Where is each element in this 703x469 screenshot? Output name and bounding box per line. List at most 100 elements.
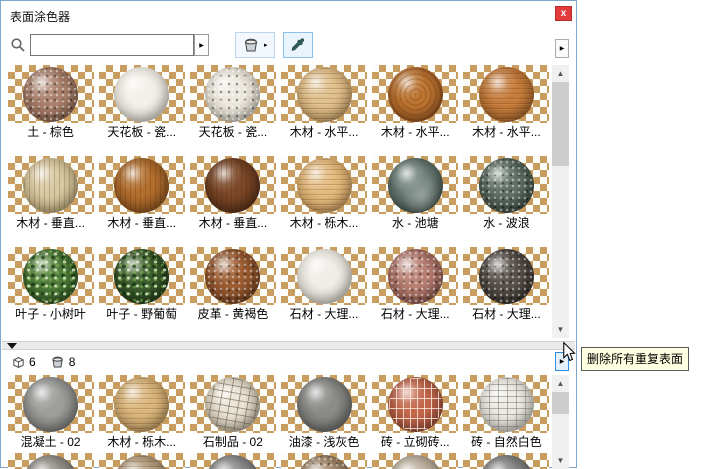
material-tile[interactable] [96,453,187,469]
material-tile[interactable]: 石制品 - 02 [187,375,278,453]
material-tile[interactable]: 石材 - 大理... [370,247,461,338]
scroll-up-button[interactable]: ▲ [552,375,569,392]
material-sphere [388,455,443,469]
material-thumbnail [8,375,94,433]
material-sphere [23,67,78,122]
material-tile[interactable] [278,453,369,469]
eyedropper-button[interactable] [283,32,313,58]
material-sphere [114,249,169,304]
scrollbar-thumb[interactable] [552,392,569,414]
material-tile[interactable]: 石材 - 大理... [278,247,369,338]
material-label: 木材 - 栎木... [290,216,359,231]
top-scrollbar[interactable]: ▲ ▼ [552,65,569,338]
material-thumbnail [99,375,185,433]
material-sphere [479,158,534,213]
material-label: 石材 - 大理... [381,307,450,322]
material-thumbnail [8,247,94,305]
bottom-scrollbar[interactable]: ▲ ▼ [552,375,569,469]
eyedropper-icon [290,37,306,53]
material-label: 石材 - 大理... [472,307,541,322]
right-triangle-icon: ▶ [199,42,204,49]
material-thumbnail [372,247,458,305]
search-dropdown-button[interactable]: ▶ [194,34,209,56]
scrollbar-thumb[interactable] [552,82,569,166]
material-tile[interactable]: 叶子 - 小树叶 [5,247,96,338]
material-sphere [297,455,352,469]
scroll-down-button[interactable]: ▼ [552,321,569,338]
material-label: 石材 - 大理... [290,307,359,322]
material-thumbnail [281,375,367,433]
material-tile[interactable] [461,453,552,469]
material-label: 叶子 - 野葡萄 [106,307,177,322]
material-label: 石制品 - 02 [203,435,263,450]
top-expand-button[interactable]: ▶ [555,39,569,58]
material-tile[interactable]: 木材 - 水平... [278,65,369,156]
close-button[interactable]: x [555,6,572,21]
material-tile[interactable]: 砖 - 自然白色 [461,375,552,453]
material-thumbnail [190,156,276,214]
material-tile[interactable]: 木材 - 水平... [461,65,552,156]
material-sphere [114,377,169,432]
material-sphere [205,249,260,304]
material-tile[interactable]: 皮革 - 黄褐色 [187,247,278,338]
titlebar[interactable]: 表面涂色器 x [1,1,576,27]
material-thumbnail [190,247,276,305]
scroll-up-button[interactable]: ▲ [552,65,569,82]
material-label: 砖 - 自然白色 [471,435,542,450]
material-thumbnail [372,453,458,469]
material-tile[interactable] [187,453,278,469]
material-tile[interactable]: 砖 - 立砌砖... [370,375,461,453]
scrollbar-track[interactable] [552,392,569,452]
material-tile[interactable]: 水 - 池塘 [370,156,461,247]
material-tile[interactable]: 木材 - 栎木... [96,375,187,453]
search-input[interactable] [30,34,194,56]
material-label: 木材 - 水平... [290,125,359,140]
material-thumbnail [281,156,367,214]
material-tile[interactable]: 木材 - 栎木... [278,156,369,247]
material-label: 土 - 棕色 [27,125,74,140]
up-arrow-icon: ▲ [557,69,565,78]
material-tile[interactable]: 混凝土 - 02 [5,375,96,453]
material-sphere [205,455,260,469]
paint-bucket-button[interactable]: ▸ [235,32,275,58]
bottom-panel-header: 6 8 [1,352,75,372]
material-thumbnail [281,247,367,305]
material-tile[interactable]: 木材 - 水平... [370,65,461,156]
material-thumbnail [190,453,276,469]
material-tile[interactable] [5,453,96,469]
material-tile[interactable]: 叶子 - 野葡萄 [96,247,187,338]
material-sphere [388,158,443,213]
material-tile[interactable]: 土 - 棕色 [5,65,96,156]
material-thumbnail [463,65,549,123]
material-tile[interactable]: 木材 - 垂直... [5,156,96,247]
material-label: 木材 - 栎木... [107,435,176,450]
material-tile[interactable]: 天花板 - 瓷... [187,65,278,156]
material-tile[interactable]: 石材 - 大理... [461,247,552,338]
search-icon [10,37,26,53]
material-thumbnail [281,453,367,469]
material-label: 木材 - 水平... [472,125,541,140]
material-tile[interactable]: 天花板 - 瓷... [96,65,187,156]
material-sphere [479,67,534,122]
scrollbar-track[interactable] [552,82,569,321]
tooltip: 删除所有重复表面 [581,347,689,371]
material-tile[interactable]: 水 - 波浪 [461,156,552,247]
material-label: 混凝土 - 02 [21,435,81,450]
material-grid-bottom: 混凝土 - 02 木材 - 栎木... 石制品 - 02 油漆 - 浅灰色砖 - 立砌… [5,375,552,469]
material-sphere [479,455,534,469]
material-sphere [297,158,352,213]
material-tile[interactable]: 木材 - 垂直... [187,156,278,247]
material-sphere [23,377,78,432]
material-sphere [114,67,169,122]
material-tile[interactable]: 油漆 - 浅灰色 [278,375,369,453]
toolbar: ▶ ▸ [1,27,552,63]
material-label: 砖 - 立砌砖... [381,435,450,450]
material-label: 木材 - 垂直... [16,216,85,231]
material-thumbnail [372,65,458,123]
panel-splitter[interactable] [2,341,575,350]
material-sphere [297,377,352,432]
material-tile[interactable] [370,453,461,469]
material-tile[interactable]: 木材 - 垂直... [96,156,187,247]
scroll-down-button[interactable]: ▼ [552,452,569,469]
material-sphere [297,249,352,304]
